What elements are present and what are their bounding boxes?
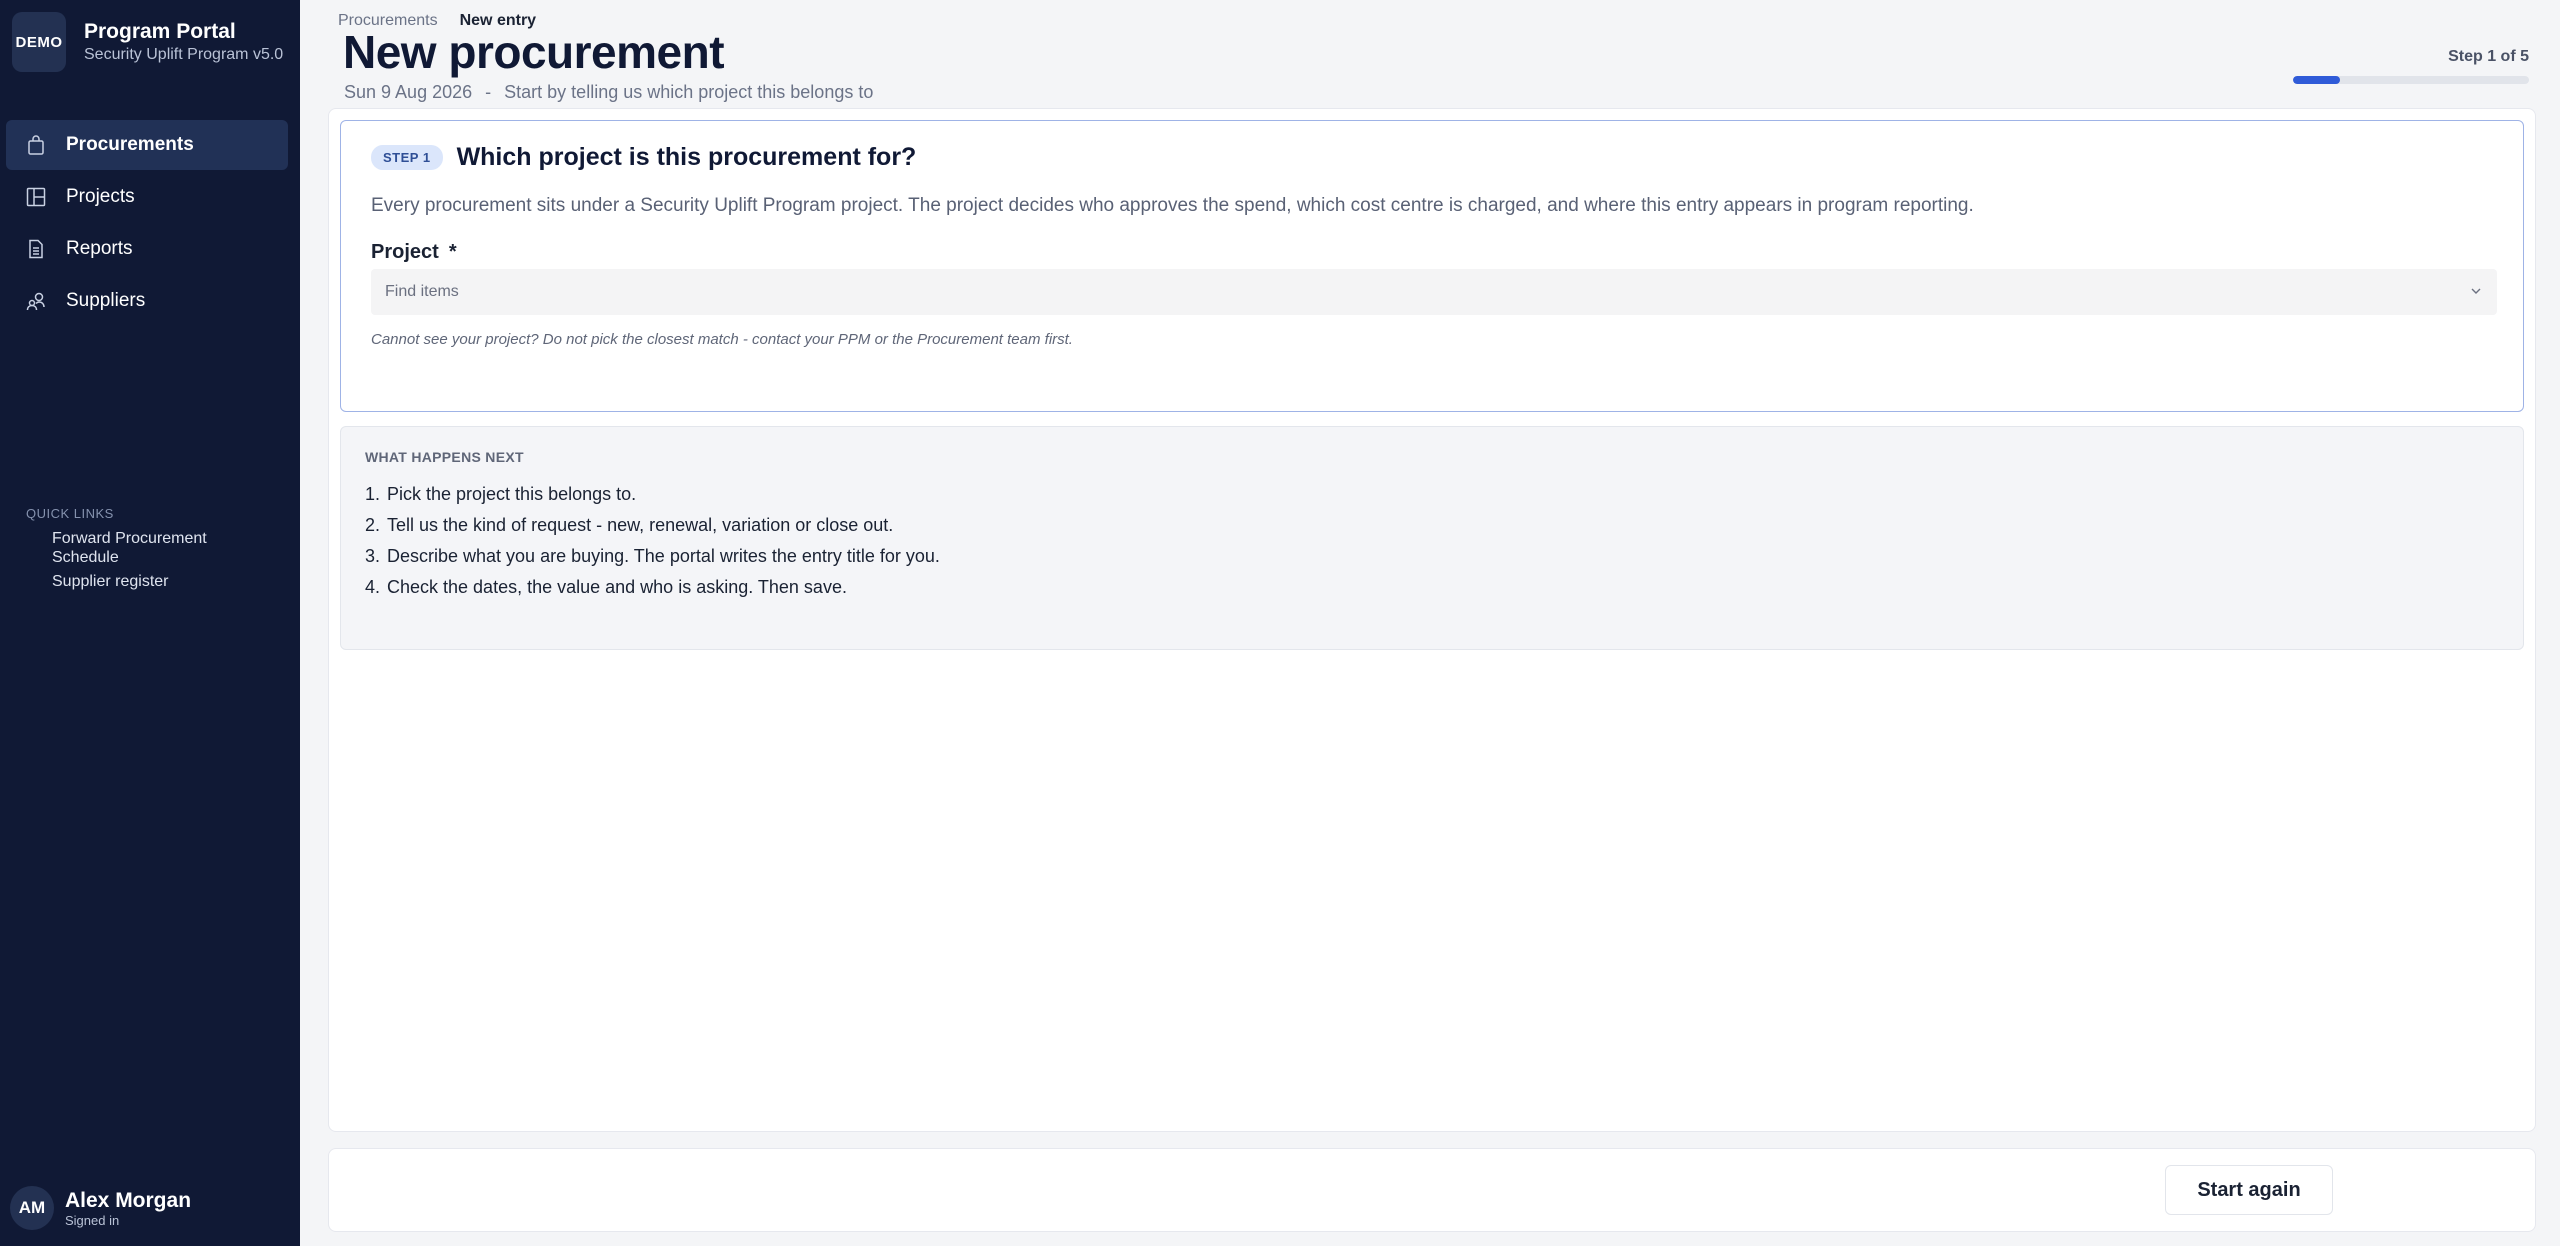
page-date: Sun 9 Aug 2026 xyxy=(344,82,473,102)
grid-icon xyxy=(26,187,46,207)
subtitle-separator: - xyxy=(485,82,492,102)
start-again-button[interactable]: Start again xyxy=(2165,1165,2333,1215)
list-item: 1. Pick the project this belongs to. xyxy=(365,479,940,510)
step-description: Every procurement sits under a Security … xyxy=(371,195,1974,216)
nav-label: Procurements xyxy=(66,134,194,155)
chevron-down-icon xyxy=(2469,284,2483,303)
list-text: Tell us the kind of request - new, renew… xyxy=(387,515,894,535)
user-name: Alex Morgan xyxy=(65,1188,192,1212)
page-title: New procurement xyxy=(343,26,725,78)
step-counter: Step 1 of 5 xyxy=(2448,48,2529,65)
nav-item-projects[interactable]: Projects xyxy=(6,172,288,222)
quick-link-forward-procurement-schedule[interactable]: Forward Procurement Schedule xyxy=(52,529,276,567)
document-icon xyxy=(26,239,46,259)
progress-fill xyxy=(2293,76,2341,84)
list-text: Describe what you are buying. The portal… xyxy=(387,546,940,566)
what-happens-next: WHAT HAPPENS NEXT 1. Pick the project thi… xyxy=(340,426,2524,650)
project-select[interactable]: Find items xyxy=(371,269,2497,315)
bag-icon xyxy=(26,135,46,155)
brand: DEMO Program Portal Security Uplift Prog… xyxy=(12,12,283,72)
demo-logo: DEMO xyxy=(12,12,66,72)
main-nav: Procurements Projects Reports Suppliers xyxy=(6,120,288,328)
step-question: Which project is this procurement for? xyxy=(456,143,917,171)
list-number: 1. xyxy=(365,484,381,504)
list-number: 4. xyxy=(365,577,381,597)
step-card: STEP 1 Which project is this procurement… xyxy=(340,120,2524,412)
step-badge: STEP 1 xyxy=(371,145,443,170)
user-text: Alex Morgan Signed in xyxy=(65,1189,191,1228)
footer-bar: Start again xyxy=(328,1148,2536,1232)
list-item: 2. Tell us the kind of request - new, ren… xyxy=(365,510,940,541)
project-hint: Cannot see your project? Do not pick the… xyxy=(371,331,1073,348)
subtitle-text: Start by telling us which project this b… xyxy=(504,82,874,102)
user-profile[interactable]: AM Alex Morgan Signed in xyxy=(10,1186,191,1230)
list-item: 3. Describe what you are buying. The port… xyxy=(365,541,940,572)
brand-text: Program Portal Security Uplift Program v… xyxy=(84,19,283,65)
next-steps-list: 1. Pick the project this belongs to. 2. Te… xyxy=(365,479,940,603)
nav-item-procurements[interactable]: Procurements xyxy=(6,120,288,170)
app-title: Program Portal xyxy=(84,20,236,43)
list-number: 2. xyxy=(365,515,381,535)
nav-label: Projects xyxy=(66,186,135,207)
list-text: Check the dates, the value and who is as… xyxy=(387,577,847,597)
project-select-placeholder: Find items xyxy=(385,283,459,300)
nav-item-reports[interactable]: Reports xyxy=(6,224,288,274)
required-marker: * xyxy=(448,241,457,263)
quick-links: QUICK LINKS Forward Procurement Schedule… xyxy=(26,506,276,596)
quick-links-title: QUICK LINKS xyxy=(26,506,114,521)
avatar: AM xyxy=(10,1186,54,1230)
user-status: Signed in xyxy=(65,1212,120,1228)
quick-link-supplier-register[interactable]: Supplier register xyxy=(52,572,276,591)
list-text: Pick the project this belongs to. xyxy=(387,484,637,504)
nav-label: Suppliers xyxy=(66,290,146,311)
nav-label: Reports xyxy=(66,238,133,259)
project-field-label: Project * xyxy=(371,241,457,264)
next-steps-title: WHAT HAPPENS NEXT xyxy=(365,449,524,465)
step-header: STEP 1 Which project is this procurement… xyxy=(371,143,916,172)
sidebar: DEMO Program Portal Security Uplift Prog… xyxy=(0,0,300,1246)
nav-item-suppliers[interactable]: Suppliers xyxy=(6,276,288,326)
app-subtitle: Security Uplift Program v5.0 xyxy=(84,46,284,63)
people-icon xyxy=(26,291,46,311)
project-label-text: Project xyxy=(371,241,439,263)
list-item: 4. Check the dates, the value and who is … xyxy=(365,572,940,603)
list-number: 3. xyxy=(365,546,381,566)
progress-bar xyxy=(2293,76,2529,84)
page-subtitle: Sun 9 Aug 2026 - Start by telling us whi… xyxy=(344,82,873,103)
